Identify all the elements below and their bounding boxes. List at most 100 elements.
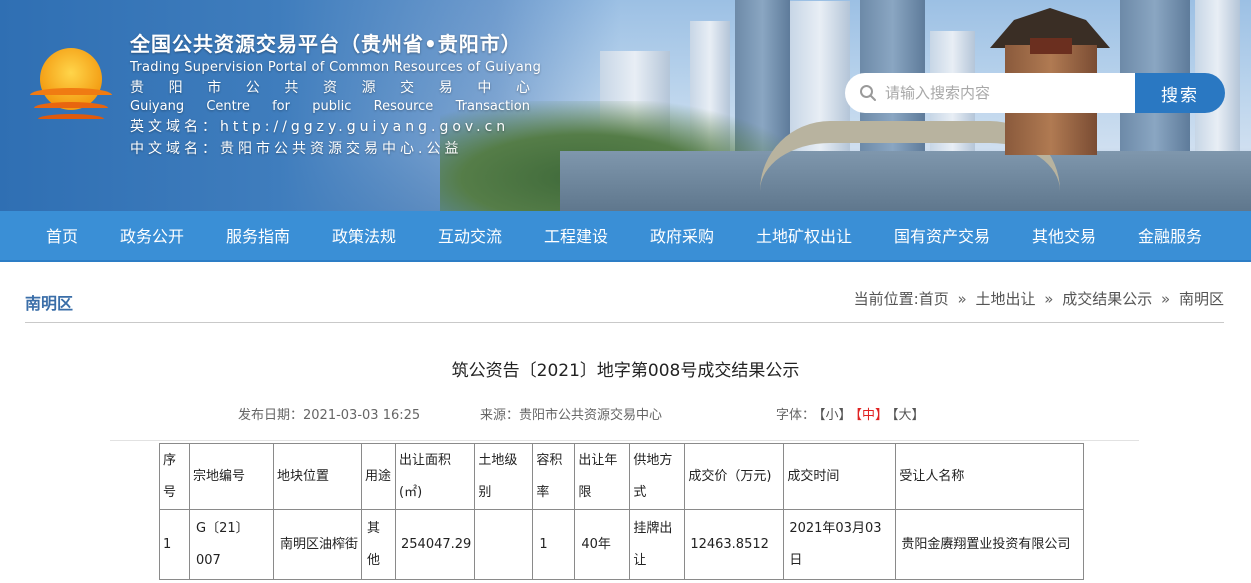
article-title: 筑公资告〔2021〕地字第008号成交结果公示 xyxy=(451,361,800,381)
table-header-cell: 容积率 xyxy=(532,443,576,510)
table-header-cell: 宗地编号 xyxy=(189,443,274,510)
font-size-switcher: 字体： 【小】 【中】 【大】 xyxy=(776,404,925,423)
centre-cn-char: 共 xyxy=(284,80,299,96)
breadcrumb-item-land[interactable]: 土地出让 xyxy=(975,290,1035,308)
table-cell: 南明区油榨街 xyxy=(273,509,362,580)
centre-name-en: Guiyang Centre for public Resource Trans… xyxy=(130,99,530,114)
breadcrumb-item-district[interactable]: 南明区 xyxy=(1179,290,1224,308)
table-header-cell: 出让年限 xyxy=(574,443,631,510)
article-source-value: 贵阳市公共资源交易中心 xyxy=(519,408,663,423)
breadcrumb: 当前位置:首页 » 土地出让 » 成交结果公示 » 南明区 xyxy=(854,288,1224,309)
chinese-domain: 中文域名：贵阳市公共资源交易中心.公益 xyxy=(130,138,541,158)
table-cell: G〔21〕007 xyxy=(189,509,274,580)
logo-wave-icon xyxy=(30,88,112,102)
table-cell: 挂牌出让 xyxy=(629,509,686,580)
table-header-cell: 地块位置 xyxy=(273,443,362,510)
site-title-en: Trading Supervision Portal of Common Res… xyxy=(130,60,542,75)
centre-cn-char: 交 xyxy=(400,80,415,96)
section-title: 南明区 xyxy=(25,294,74,313)
table-header-cell: 成交价（万元) xyxy=(684,443,785,510)
article-source-label: 来源： xyxy=(480,408,520,423)
centre-cn-char: 中 xyxy=(477,80,492,96)
publish-date: 发布日期：2021-03-03 16:25 xyxy=(238,404,420,423)
breadcrumb-separator: » xyxy=(1161,290,1171,308)
header-banner: 全国公共资源交易平台（贵州省•贵阳市） Trading Supervision … xyxy=(0,0,1251,211)
font-small-button[interactable]: 【小】 xyxy=(819,408,852,423)
breadcrumb-item-home[interactable]: 首页 xyxy=(919,290,949,308)
table-header-cell: 土地级别 xyxy=(474,443,534,510)
centre-en-word: Resource xyxy=(373,99,434,114)
logo-wave-icon xyxy=(38,114,104,124)
centre-cn-char: 阳 xyxy=(168,80,183,96)
table-cell: 贵阳金赓翔置业投资有限公司 xyxy=(895,509,1085,580)
centre-cn-char: 资 xyxy=(322,80,337,96)
table-cell: 1 xyxy=(532,509,576,580)
centre-cn-char: 市 xyxy=(207,80,222,96)
site-title-block: 全国公共资源交易平台（贵州省•贵阳市） Trading Supervision … xyxy=(130,28,541,158)
logo-wave-icon xyxy=(34,102,108,114)
nav-item-construction[interactable]: 工程建设 xyxy=(544,211,608,262)
nav-item-interaction[interactable]: 互动交流 xyxy=(438,211,502,262)
breadcrumb-item-results[interactable]: 成交结果公示 xyxy=(1062,290,1152,308)
breadcrumb-separator: » xyxy=(957,290,967,308)
table-row: 1 G〔21〕007 南明区油榨街 其他 254047.29 1 40年 挂牌出… xyxy=(159,509,1085,580)
font-large-button[interactable]: 【大】 xyxy=(892,408,925,423)
centre-en-word: public xyxy=(312,99,352,114)
nav-item-procurement[interactable]: 政府采购 xyxy=(650,211,714,262)
centre-cn-char: 公 xyxy=(245,80,260,96)
table-cell: 40年 xyxy=(574,509,631,580)
nav-item-land-mining[interactable]: 土地矿权出让 xyxy=(756,211,852,262)
search-input[interactable] xyxy=(885,73,1130,113)
table-header-cell: 成交时间 xyxy=(783,443,897,510)
table-header-cell: 用途 xyxy=(361,443,396,510)
centre-cn-char: 贵 xyxy=(130,80,144,96)
english-domain-label: 英文域名： xyxy=(130,119,220,135)
table-cell xyxy=(474,509,534,580)
english-domain: 英文域名：http://ggzy.guiyang.gov.cn xyxy=(130,116,541,136)
site-title-cn: 全国公共资源交易平台（贵州省•贵阳市） xyxy=(130,32,522,56)
table-header-cell: 序号 xyxy=(159,443,190,510)
banner-pavilion-sign xyxy=(1030,38,1072,54)
table-cell: 254047.29 xyxy=(394,509,476,580)
chinese-domain-label: 中文域名： xyxy=(130,141,220,157)
site-logo[interactable] xyxy=(30,48,112,128)
centre-en-word: Transaction xyxy=(455,99,530,114)
centre-en-word: Guiyang xyxy=(130,99,185,114)
centre-cn-char: 心 xyxy=(515,80,530,96)
centre-en-word: Centre xyxy=(206,99,250,114)
centre-en-word: for xyxy=(272,99,290,114)
nav-item-finance[interactable]: 金融服务 xyxy=(1138,211,1202,262)
nav-item-home[interactable]: 首页 xyxy=(46,211,78,262)
nav-item-gov-affairs[interactable]: 政务公开 xyxy=(120,211,184,262)
table-cell: 2021年03月03日 xyxy=(783,509,897,580)
nav-item-other-trade[interactable]: 其他交易 xyxy=(1032,211,1096,262)
breadcrumb-prefix: 当前位置: xyxy=(853,290,919,308)
table-header-cell: 供地方式 xyxy=(629,443,686,510)
english-domain-value: http://ggzy.guiyang.gov.cn xyxy=(220,119,510,135)
search-icon xyxy=(860,85,876,101)
table-header-cell: 受让人名称 xyxy=(895,443,1085,510)
centre-cn-char: 易 xyxy=(438,80,453,96)
publish-date-value: 2021-03-03 16:25 xyxy=(303,408,421,423)
centre-name-cn: 贵 阳 市 公 共 资 源 交 易 中 心 xyxy=(130,77,530,97)
search-bar: 搜索 xyxy=(845,73,1225,113)
table-cell: 其他 xyxy=(361,509,396,580)
font-medium-button[interactable]: 【中】 xyxy=(856,408,889,423)
breadcrumb-separator: » xyxy=(1044,290,1054,308)
nav-item-policies[interactable]: 政策法规 xyxy=(332,211,396,262)
nav-item-state-assets[interactable]: 国有资产交易 xyxy=(894,211,990,262)
table-cell: 1 xyxy=(159,509,190,580)
centre-cn-char: 源 xyxy=(361,80,376,96)
nav-item-service-guide[interactable]: 服务指南 xyxy=(226,211,290,262)
publish-date-label: 发布日期： xyxy=(238,408,304,423)
chinese-domain-value: 贵阳市公共资源交易中心.公益 xyxy=(220,141,463,157)
search-button[interactable]: 搜索 xyxy=(1135,73,1225,113)
search-box xyxy=(845,73,1137,113)
table-header-cell: 出让面积(㎡) xyxy=(394,443,476,510)
table-cell: 12463.8512 xyxy=(684,509,785,580)
table-header-row: 序号 宗地编号 地块位置 用途 出让面积(㎡) 土地级别 容积率 出让年限 供地… xyxy=(159,443,1085,510)
main-nav: 首页 政务公开 服务指南 政策法规 互动交流 工程建设 政府采购 土地矿权出让 … xyxy=(0,211,1251,262)
font-size-label: 字体： xyxy=(776,408,816,423)
deal-result-table: 序号 宗地编号 地块位置 用途 出让面积(㎡) 土地级别 容积率 出让年限 供地… xyxy=(159,443,1085,580)
article-source: 来源：贵阳市公共资源交易中心 xyxy=(480,404,662,423)
